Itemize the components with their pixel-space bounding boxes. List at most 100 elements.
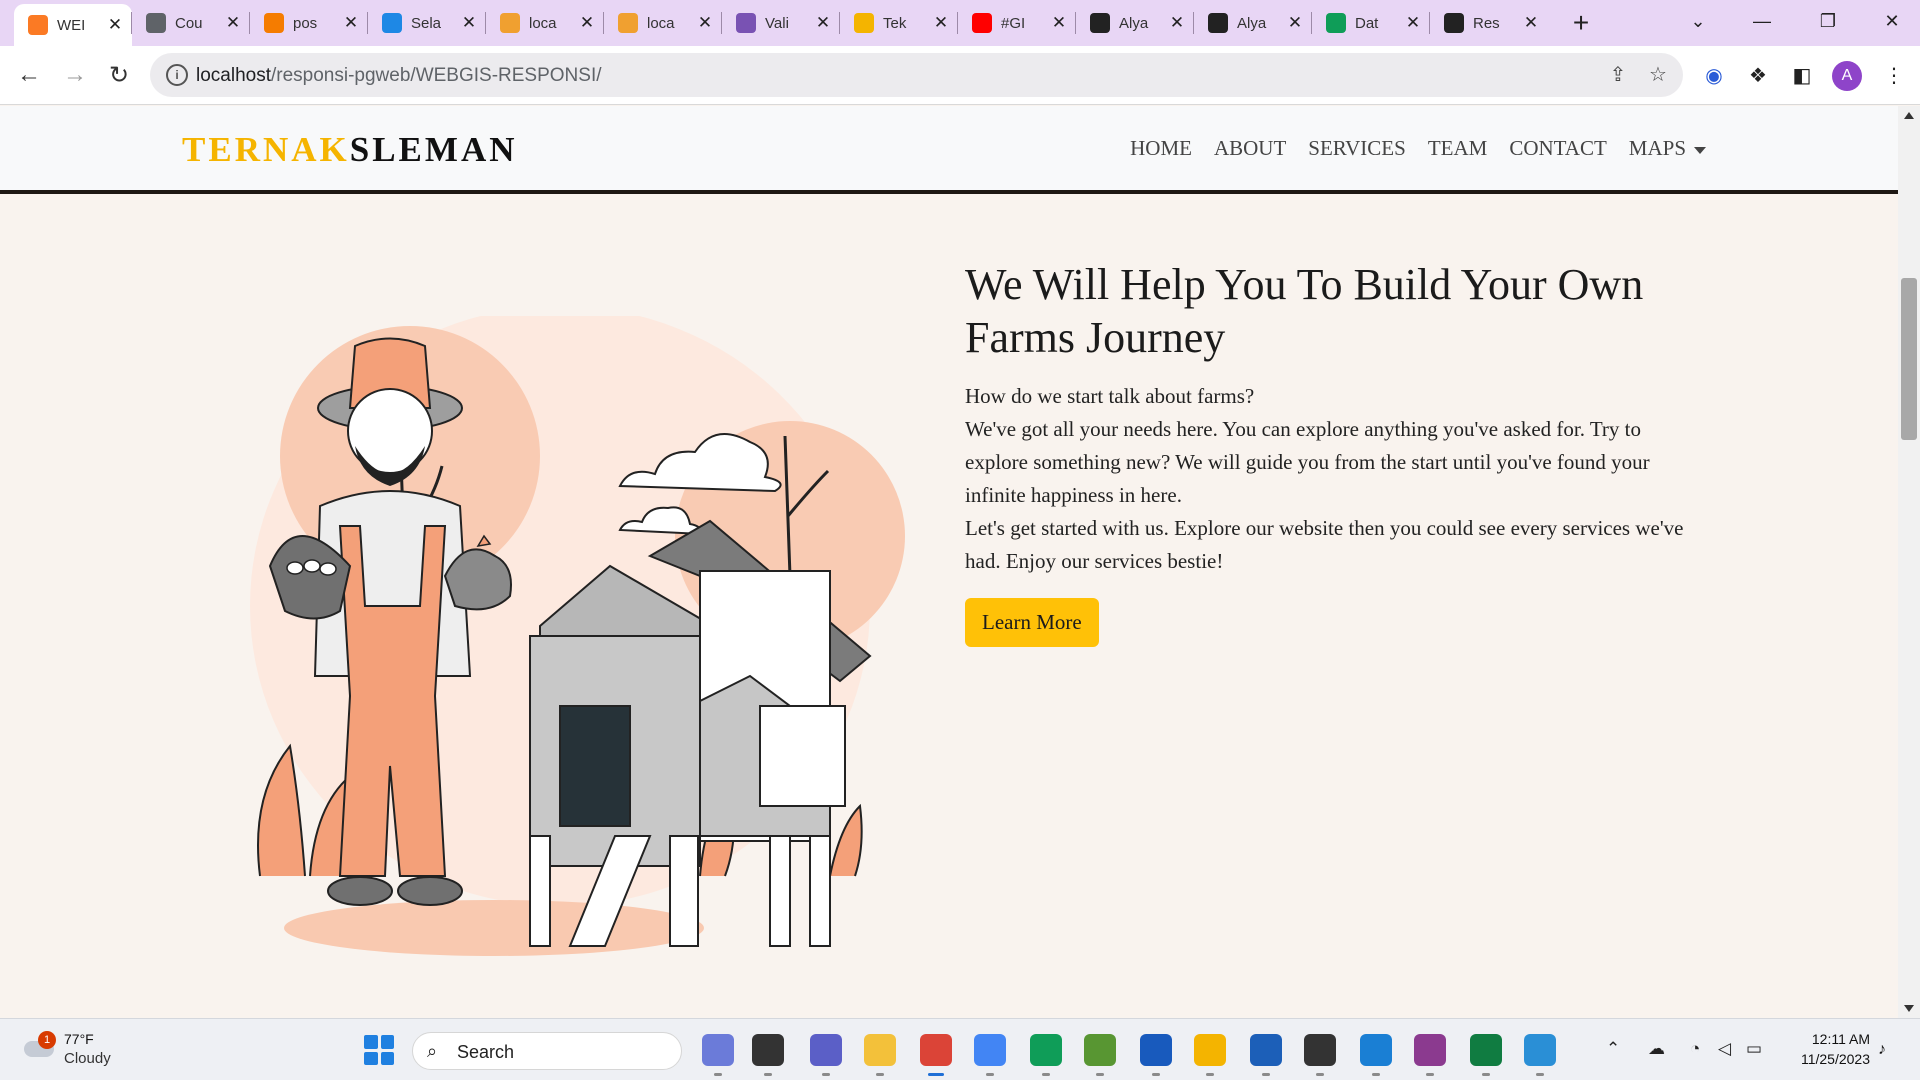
close-tab-icon[interactable]: ✕ <box>696 13 714 33</box>
close-tab-icon[interactable]: ✕ <box>224 13 242 33</box>
xampp-icon <box>28 15 48 35</box>
file-explorer-icon[interactable] <box>864 1034 896 1066</box>
close-tab-icon[interactable]: ✕ <box>106 15 124 35</box>
url-text[interactable]: localhost/responsi-pgweb/WEBGIS-RESPONSI… <box>196 65 602 87</box>
scrollbar-thumb[interactable] <box>1901 278 1917 440</box>
github-icon <box>1208 13 1228 33</box>
tab-separator <box>957 12 958 34</box>
close-tab-icon[interactable]: ✕ <box>814 13 832 33</box>
browser-toolbar: ← → ↻ i localhost/responsi-pgweb/WEBGIS-… <box>0 46 1920 105</box>
nav-maps-dropdown[interactable]: MAPS <box>1629 136 1706 161</box>
close-tab-icon[interactable]: ✕ <box>1522 13 1540 33</box>
close-tab-icon[interactable]: ✕ <box>342 13 360 33</box>
taskbar-search[interactable]: ⌕ Search <box>412 1032 682 1070</box>
nav-team[interactable]: TEAM <box>1428 136 1488 161</box>
scroll-up-arrow-icon[interactable] <box>1904 112 1914 119</box>
chrome-icon[interactable] <box>1030 1034 1062 1066</box>
browser-tab[interactable]: Alya ✕ <box>1076 6 1194 40</box>
close-tab-icon[interactable]: ✕ <box>932 13 950 33</box>
teams-chat-icon[interactable] <box>810 1034 842 1066</box>
browser-tab[interactable]: pos ✕ <box>250 6 368 40</box>
forward-button[interactable]: → <box>60 60 90 90</box>
side-panel-icon[interactable]: ◧ <box>1788 61 1816 89</box>
qgis-icon[interactable] <box>1084 1034 1116 1066</box>
tab-title: Dat <box>1355 14 1379 32</box>
vscode-icon[interactable] <box>1360 1034 1392 1066</box>
word-icon[interactable] <box>1140 1034 1172 1066</box>
browser-tab[interactable]: Tek ✕ <box>840 6 958 40</box>
browser-tab[interactable]: #GI ✕ <box>958 6 1076 40</box>
wifi-icon[interactable]: ◔ <box>1690 1039 1700 1059</box>
show-hidden-icons-chevron-icon[interactable]: ⌃ <box>1606 1039 1620 1059</box>
onedrive-icon[interactable]: ☁ <box>1648 1039 1665 1059</box>
site-info-icon[interactable]: i <box>166 64 188 86</box>
browser-tab[interactable]: Sela ✕ <box>368 6 486 40</box>
windows-taskbar: 1 77°F Cloudy ⌕ Search ⌃ ☁ ◔ ◁ ▭ 12:11 A… <box>0 1018 1920 1080</box>
tab-separator <box>367 12 368 34</box>
nav-about[interactable]: ABOUT <box>1214 136 1286 161</box>
volume-icon[interactable]: ◁ <box>1718 1039 1731 1059</box>
extensions-puzzle-icon[interactable]: ❖ <box>1744 61 1772 89</box>
battery-icon[interactable]: ▭ <box>1746 1039 1762 1059</box>
close-tab-icon[interactable]: ✕ <box>460 13 478 33</box>
browser-tab[interactable]: Dat ✕ <box>1312 6 1430 40</box>
winrar-icon[interactable] <box>1414 1034 1446 1066</box>
lync-icon[interactable] <box>1250 1034 1282 1066</box>
close-tab-icon[interactable]: ✕ <box>1050 13 1068 33</box>
new-tab-button[interactable]: + <box>1566 8 1596 38</box>
start-button[interactable] <box>364 1035 394 1065</box>
scroll-down-arrow-icon[interactable] <box>1904 1005 1914 1012</box>
restore-button[interactable]: ❐ <box>1808 6 1848 36</box>
browser-menu-icon[interactable]: ⋮ <box>1880 61 1908 89</box>
chrome-icon[interactable] <box>1194 1034 1226 1066</box>
browser-tab[interactable]: Res ✕ <box>1430 6 1548 40</box>
tab-title: Cou <box>175 14 203 32</box>
system-clock[interactable]: 12:11 AM 11/25/2023 <box>1786 1029 1870 1069</box>
browser-tab[interactable]: Vali ✕ <box>722 6 840 40</box>
copilot-preview-icon[interactable] <box>702 1034 734 1066</box>
nav-maps-label: MAPS <box>1628 136 1686 160</box>
share-icon[interactable]: ⇪ <box>1606 63 1630 87</box>
close-tab-icon[interactable]: ✕ <box>1404 13 1422 33</box>
page-scrollbar[interactable] <box>1898 106 1920 1018</box>
close-tab-icon[interactable]: ✕ <box>1286 13 1304 33</box>
reload-button[interactable]: ↻ <box>104 60 134 90</box>
back-button[interactable]: ← <box>14 60 44 90</box>
photos-icon[interactable] <box>1524 1034 1556 1066</box>
tab-separator <box>603 12 604 34</box>
web-page: TERNAKSLEMAN HOME ABOUT SERVICES TEAM CO… <box>0 106 1898 1018</box>
running-indicator <box>822 1073 830 1076</box>
weather-condition: Cloudy <box>64 1050 111 1067</box>
site-brand-logo[interactable]: TERNAKSLEMAN <box>182 130 518 170</box>
browser-tab[interactable]: loca ✕ <box>604 6 722 40</box>
browser-tab-strip: WEI ✕ Cou ✕ pos ✕ Sela ✕ loca ✕ loca ✕ Vali ✕ Tek ✕ #GI ✕… <box>0 0 1920 46</box>
close-tab-icon[interactable]: ✕ <box>578 13 596 33</box>
browser-tab[interactable]: Alya ✕ <box>1194 6 1312 40</box>
browser-tab[interactable]: WEI ✕ <box>14 4 132 46</box>
bookmark-star-icon[interactable]: ☆ <box>1646 63 1670 87</box>
address-bar[interactable]: i localhost/responsi-pgweb/WEBGIS-RESPON… <box>150 53 1683 97</box>
minimize-button[interactable]: — <box>1742 6 1782 36</box>
farmer-illustration <box>250 316 905 956</box>
chrome-icon[interactable] <box>920 1034 952 1066</box>
nav-contact[interactable]: CONTACT <box>1509 136 1606 161</box>
chrome-icon[interactable] <box>974 1034 1006 1066</box>
boot-left <box>327 876 393 906</box>
browser-tab[interactable]: Cou ✕ <box>132 6 250 40</box>
terminal-icon[interactable] <box>1304 1034 1336 1066</box>
tab-search-chevron-icon[interactable]: ⌄ <box>1678 6 1718 36</box>
profile-avatar[interactable]: A <box>1832 61 1862 91</box>
site-navbar: TERNAKSLEMAN HOME ABOUT SERVICES TEAM CO… <box>0 106 1898 194</box>
tab-title: Res <box>1473 14 1500 32</box>
notification-bell-icon[interactable]: ♪ <box>1878 1041 1886 1059</box>
extension-icon[interactable]: ◉ <box>1700 61 1728 89</box>
task-view-icon[interactable] <box>752 1034 784 1066</box>
excel-icon[interactable] <box>1470 1034 1502 1066</box>
nav-services[interactable]: SERVICES <box>1308 136 1406 161</box>
learn-more-button[interactable]: Learn More <box>965 598 1099 647</box>
nav-home[interactable]: HOME <box>1130 136 1192 161</box>
weather-widget[interactable]: 1 77°F Cloudy <box>20 1029 130 1071</box>
browser-tab[interactable]: loca ✕ <box>486 6 604 40</box>
close-window-button[interactable]: ✕ <box>1872 6 1912 36</box>
close-tab-icon[interactable]: ✕ <box>1168 13 1186 33</box>
